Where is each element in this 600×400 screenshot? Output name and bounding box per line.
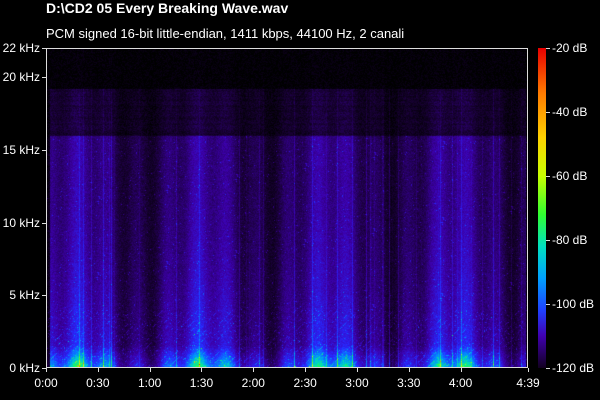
db-tick-label: -60 dB [552,169,588,183]
db-tick-label: -40 dB [552,105,588,119]
time-tick-label: 3:00 [345,376,369,390]
time-tick-mark [149,368,151,372]
spectrogram-canvas [46,48,528,368]
db-tick-label: -20 dB [552,41,588,55]
time-tick-mark [97,368,99,372]
db-tick-label: -100 dB [552,297,595,311]
db-tick-mark [546,240,550,241]
time-tick-mark [253,368,255,372]
frequency-tick-label: 5 kHz [9,288,40,303]
frequency-tick-mark [42,77,46,79]
time-tick-mark [460,368,462,372]
time-tick-label: 0:00 [34,376,58,390]
spectrogram-plot [46,48,528,368]
time-tick-label: 2:30 [293,376,317,390]
time-tick-label: 3:30 [397,376,421,390]
db-tick-mark [546,368,550,369]
time-tick-label: 4:00 [448,376,473,390]
time-tick-label: 2:00 [241,376,265,390]
frequency-tick-mark [42,295,46,297]
db-tick-mark [546,48,550,49]
audio-format-info: PCM signed 16-bit little-endian, 1411 kb… [46,26,405,41]
time-tick-label: 0:30 [86,376,110,390]
time-tick-label: 1:30 [189,376,214,390]
frequency-tick-mark [42,149,46,151]
time-tick-mark [201,368,203,372]
frequency-tick-label: 22 kHz [2,41,40,55]
db-tick-mark [546,112,550,113]
frequency-tick-label: 10 kHz [2,215,40,230]
frequency-tick-mark [42,48,46,49]
time-tick-mark [356,368,358,372]
frequency-tick-mark [42,222,46,224]
time-tick-label: 1:00 [137,376,162,390]
db-tick-label: -80 dB [552,233,588,247]
time-tick-mark [408,368,410,372]
time-tick-label: 4:39 [516,376,540,390]
time-tick-mark [305,368,307,372]
time-tick-mark [46,368,47,372]
frequency-tick-label: 0 kHz [9,361,40,375]
db-tick-mark [546,304,550,305]
db-tick-label: -120 dB [552,361,595,375]
file-title: D:\CD2 05 Every Breaking Wave.wav [46,0,289,16]
db-colorbar [538,48,546,368]
time-tick-mark [528,368,529,372]
frequency-tick-label: 20 kHz [2,70,40,85]
db-tick-mark [546,176,550,177]
frequency-tick-label: 15 kHz [2,142,40,157]
